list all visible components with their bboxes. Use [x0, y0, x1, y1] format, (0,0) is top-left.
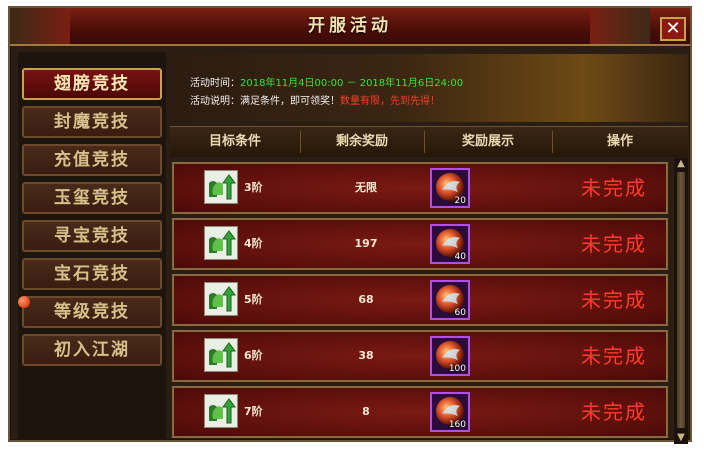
activity-banner: 活动时间：2018年11月4日00:00 － 2018年11月6日24:00 活… [170, 54, 688, 122]
nav-item[interactable]: 宝石竞技 [22, 258, 162, 290]
wing-upgrade-icon [204, 338, 238, 372]
notification-dot-icon [18, 296, 30, 308]
reward-quantity: 40 [454, 252, 466, 262]
reward-quantity: 20 [454, 196, 466, 206]
wing-upgrade-icon [204, 226, 238, 260]
status-incomplete: 未完成 [581, 288, 647, 312]
activity-time-value: 2018年11月4日00:00 － 2018年11月6日24:00 [240, 78, 464, 89]
table-row: 7阶 8 160 未完成 [172, 386, 668, 438]
target-level: 4阶 [244, 237, 263, 250]
nav-item[interactable]: 翅膀竞技 [22, 68, 162, 100]
status-incomplete: 未完成 [581, 344, 647, 368]
target-level: 3阶 [244, 181, 263, 194]
activity-time: 活动时间：2018年11月4日00:00 － 2018年11月6日24:00 [190, 74, 463, 89]
reward-item[interactable]: 20 [430, 168, 470, 208]
nav-item[interactable]: 充值竞技 [22, 144, 162, 176]
nav-item[interactable]: 玉玺竞技 [22, 182, 162, 214]
wing-upgrade-icon [204, 282, 238, 316]
title-bar[interactable]: 开服活动 ✕ [10, 8, 690, 46]
wing-upgrade-icon [204, 394, 238, 428]
target-level: 6阶 [244, 349, 263, 362]
activity-description-label: 活动说明：满足条件，即可领奖！ [190, 96, 340, 107]
remaining-count: 8 [362, 405, 370, 418]
reward-item[interactable]: 160 [430, 392, 470, 432]
scroll-down-icon[interactable]: ▼ [675, 432, 687, 444]
scrollbar[interactable]: ▲ ▼ [674, 158, 688, 444]
reward-quantity: 100 [448, 364, 466, 374]
status-incomplete: 未完成 [581, 400, 647, 424]
remaining-count: 197 [354, 237, 378, 250]
remaining-count: 68 [358, 293, 374, 306]
scrollbar-thumb[interactable] [677, 172, 685, 428]
status-incomplete: 未完成 [581, 232, 647, 256]
activity-description: 活动说明：满足条件，即可领奖！数量有限，先到先得！ [190, 92, 440, 107]
reward-item[interactable]: 100 [430, 336, 470, 376]
header-operation: 操作 [606, 134, 633, 149]
table-row: 6阶 38 100 未完成 [172, 330, 668, 382]
nav-item[interactable]: 等级竞技 [22, 296, 162, 328]
nav-item[interactable]: 封魔竞技 [22, 106, 162, 138]
reward-item[interactable]: 40 [430, 224, 470, 264]
table-row: 5阶 68 60 未完成 [172, 274, 668, 326]
activity-time-label: 活动时间： [190, 78, 240, 89]
wing-upgrade-icon [204, 170, 238, 204]
nav-item[interactable]: 初入江湖 [22, 334, 162, 366]
remaining-count: 无限 [355, 181, 377, 194]
header-target-condition: 目标条件 [208, 134, 261, 149]
activity-description-highlight: 数量有限，先到先得！ [340, 96, 440, 107]
header-remaining-rewards: 剩余奖励 [335, 134, 388, 149]
reward-quantity: 160 [448, 420, 466, 430]
reward-quantity: 60 [454, 308, 466, 318]
reward-item[interactable]: 60 [430, 280, 470, 320]
table-row: 4阶 197 40 未完成 [172, 218, 668, 270]
category-sidebar: 翅膀竞技封魔竞技充值竞技玉玺竞技寻宝竞技宝石竞技等级竞技初入江湖 [18, 52, 166, 440]
window-title: 开服活动 [308, 16, 392, 36]
nav-item[interactable]: 寻宝竞技 [22, 220, 162, 252]
target-level: 5阶 [244, 293, 263, 306]
scroll-up-icon[interactable]: ▲ [675, 158, 687, 170]
table-header: 目标条件 剩余奖励 奖励展示 操作 [170, 126, 688, 157]
table-row: 3阶 无限 20 未完成 [172, 162, 668, 214]
status-incomplete: 未完成 [581, 176, 647, 200]
close-button[interactable]: ✕ [660, 17, 686, 41]
activity-window: 开服活动 ✕ 翅膀竞技 封魔竞技 充值竞技 玉玺竞技 寻宝竞技 宝石竞技 等级竞技 初入江湖 … [8, 6, 692, 444]
header-reward-display: 奖励展示 [461, 134, 514, 149]
remaining-count: 38 [358, 349, 374, 362]
target-level: 7阶 [244, 405, 263, 418]
